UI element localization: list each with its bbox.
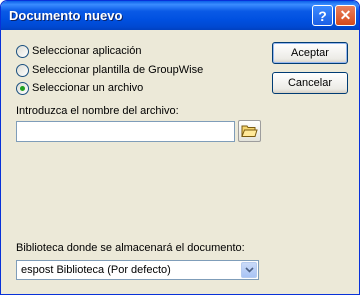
file-name-input[interactable]	[16, 121, 235, 142]
title-bar: Documento nuevo ? ✕	[1, 1, 359, 30]
dialog-body: Seleccionar aplicación Seleccionar plant…	[4, 30, 356, 292]
radio-label: Seleccionar aplicación	[32, 45, 142, 57]
library-selected-value: espost Biblioteca (Por defecto)	[21, 264, 171, 276]
radio-option-file[interactable]: Seleccionar un archivo	[16, 81, 143, 95]
window-title: Documento nuevo	[9, 8, 123, 23]
close-icon: ✕	[339, 7, 352, 23]
dropdown-arrow-button[interactable]	[241, 262, 257, 278]
radio-button-selected-icon[interactable]	[16, 81, 29, 95]
radio-option-template[interactable]: Seleccionar plantilla de GroupWise	[16, 63, 203, 77]
radio-label: Seleccionar plantilla de GroupWise	[32, 64, 204, 76]
file-name-label: Introduzca el nombre del archivo:	[16, 105, 179, 117]
radio-option-application[interactable]: Seleccionar aplicación	[16, 44, 141, 58]
folder-icon	[241, 125, 258, 137]
radio-button-icon[interactable]	[16, 63, 29, 77]
library-label: Biblioteca donde se almacenará el docume…	[16, 242, 245, 254]
help-button[interactable]: ?	[312, 5, 333, 26]
accept-button[interactable]: Aceptar	[272, 42, 348, 64]
radio-button-icon[interactable]	[16, 44, 29, 58]
radio-label: Seleccionar un archivo	[32, 82, 144, 94]
help-icon: ?	[318, 7, 327, 24]
browse-button[interactable]	[238, 120, 261, 142]
chevron-down-icon	[244, 267, 254, 273]
library-select[interactable]: espost Biblioteca (Por defecto)	[16, 260, 259, 280]
cancel-button[interactable]: Cancelar	[272, 72, 348, 94]
dialog-window: Documento nuevo ? ✕ Seleccionar aplicaci…	[0, 0, 360, 295]
close-button[interactable]: ✕	[335, 5, 356, 26]
